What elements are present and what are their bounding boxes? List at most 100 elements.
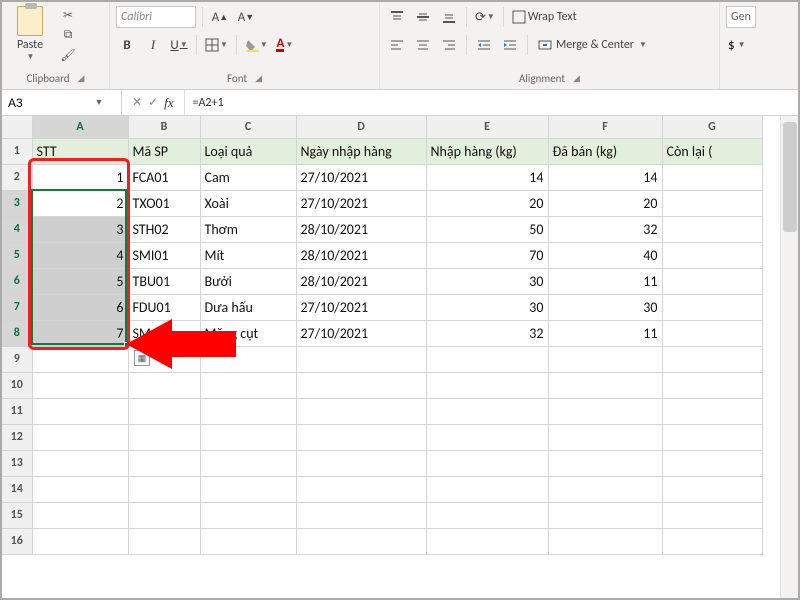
align-right-button[interactable]: [438, 34, 460, 56]
row-header[interactable]: 16: [2, 528, 32, 554]
data-cell[interactable]: 27/10/2021: [296, 164, 426, 190]
dialog-launcher-icon[interactable]: ◢: [573, 73, 580, 84]
copy-button[interactable]: ⧉: [58, 26, 78, 44]
font-color-button[interactable]: A▼: [274, 34, 296, 56]
data-cell[interactable]: Cam: [200, 164, 296, 190]
data-cell[interactable]: 11: [548, 320, 662, 346]
row-header[interactable]: 6: [2, 268, 32, 294]
empty-cell[interactable]: [32, 476, 128, 502]
empty-cell[interactable]: [426, 502, 548, 528]
data-header-cell[interactable]: STT: [32, 138, 128, 164]
empty-cell[interactable]: [32, 424, 128, 450]
column-header[interactable]: B: [128, 116, 200, 138]
bold-button[interactable]: B: [116, 34, 138, 56]
data-header-cell[interactable]: Loại quả: [200, 138, 296, 164]
data-cell[interactable]: 20: [426, 190, 548, 216]
empty-cell[interactable]: [662, 372, 762, 398]
empty-cell[interactable]: [426, 398, 548, 424]
empty-cell[interactable]: [548, 502, 662, 528]
empty-cell[interactable]: [32, 398, 128, 424]
empty-cell[interactable]: [426, 424, 548, 450]
row-header[interactable]: 7: [2, 294, 32, 320]
column-header[interactable]: E: [426, 116, 548, 138]
empty-cell[interactable]: [426, 476, 548, 502]
data-cell[interactable]: 32: [426, 320, 548, 346]
decrease-indent-button[interactable]: [473, 34, 495, 56]
data-cell[interactable]: Măng cụt: [200, 320, 296, 346]
data-cell[interactable]: 11: [548, 268, 662, 294]
font-name-select[interactable]: Calibri: [116, 6, 196, 28]
data-cell[interactable]: 5: [32, 268, 128, 294]
empty-cell[interactable]: [662, 398, 762, 424]
empty-cell[interactable]: [426, 450, 548, 476]
row-header[interactable]: 10: [2, 372, 32, 398]
accounting-format-button[interactable]: $▼: [726, 34, 748, 56]
empty-cell[interactable]: [200, 528, 296, 554]
empty-cell[interactable]: [200, 450, 296, 476]
empty-cell[interactable]: [200, 398, 296, 424]
align-bottom-button[interactable]: [438, 6, 460, 28]
merge-center-button[interactable]: Merge & Center▼: [534, 34, 651, 56]
data-cell[interactable]: 27/10/2021: [296, 294, 426, 320]
data-cell[interactable]: [662, 242, 762, 268]
data-cell[interactable]: 28/10/2021: [296, 242, 426, 268]
empty-cell[interactable]: [548, 476, 662, 502]
data-cell[interactable]: 30: [426, 268, 548, 294]
empty-cell[interactable]: [200, 476, 296, 502]
empty-cell[interactable]: [662, 502, 762, 528]
data-cell[interactable]: STH02: [128, 216, 200, 242]
empty-cell[interactable]: [32, 372, 128, 398]
data-header-cell[interactable]: Mã SP: [128, 138, 200, 164]
column-header[interactable]: D: [296, 116, 426, 138]
column-header[interactable]: G: [662, 116, 762, 138]
data-cell[interactable]: Mít: [200, 242, 296, 268]
spreadsheet-grid[interactable]: ABCDEFG1STTMã SPLoại quảNgày nhập hàngNh…: [2, 116, 798, 598]
data-cell[interactable]: 14: [548, 164, 662, 190]
name-box[interactable]: ▼: [2, 90, 122, 115]
data-cell[interactable]: 3: [32, 216, 128, 242]
empty-cell[interactable]: [662, 346, 762, 372]
data-cell[interactable]: 6: [32, 294, 128, 320]
data-cell[interactable]: 70: [426, 242, 548, 268]
autofill-options-button[interactable]: ▦: [134, 350, 150, 366]
column-header[interactable]: C: [200, 116, 296, 138]
chevron-down-icon[interactable]: ▼: [27, 52, 35, 62]
data-cell[interactable]: 27/10/2021: [296, 320, 426, 346]
empty-cell[interactable]: [548, 398, 662, 424]
underline-button[interactable]: U▼: [168, 34, 190, 56]
data-cell[interactable]: 20: [548, 190, 662, 216]
orientation-button[interactable]: ⟳▼: [473, 6, 497, 28]
empty-cell[interactable]: [296, 346, 426, 372]
data-cell[interactable]: 28/10/2021: [296, 216, 426, 242]
data-header-cell[interactable]: Đã bán (kg): [548, 138, 662, 164]
empty-cell[interactable]: [200, 502, 296, 528]
empty-cell[interactable]: [426, 528, 548, 554]
row-header[interactable]: 5: [2, 242, 32, 268]
empty-cell[interactable]: [128, 502, 200, 528]
data-cell[interactable]: [662, 216, 762, 242]
cancel-formula-icon[interactable]: ✕: [132, 95, 142, 110]
empty-cell[interactable]: [296, 398, 426, 424]
data-cell[interactable]: [662, 268, 762, 294]
row-header[interactable]: 9: [2, 346, 32, 372]
empty-cell[interactable]: [32, 450, 128, 476]
cut-button[interactable]: ✂: [58, 6, 78, 24]
row-header[interactable]: 11: [2, 398, 32, 424]
empty-cell[interactable]: [662, 476, 762, 502]
row-header[interactable]: 2: [2, 164, 32, 190]
align-left-button[interactable]: [386, 34, 408, 56]
empty-cell[interactable]: [296, 424, 426, 450]
data-cell[interactable]: 28/10/2021: [296, 268, 426, 294]
decrease-font-button[interactable]: A▼: [235, 6, 257, 28]
select-all-corner[interactable]: [2, 116, 32, 138]
empty-cell[interactable]: [662, 450, 762, 476]
data-cell[interactable]: 14: [426, 164, 548, 190]
data-cell[interactable]: 32: [548, 216, 662, 242]
empty-cell[interactable]: [200, 424, 296, 450]
row-header[interactable]: 8: [2, 320, 32, 346]
empty-cell[interactable]: [128, 424, 200, 450]
fill-handle[interactable]: [124, 342, 130, 348]
empty-cell[interactable]: [548, 346, 662, 372]
borders-button[interactable]: ▼: [203, 34, 230, 56]
empty-cell[interactable]: [548, 372, 662, 398]
